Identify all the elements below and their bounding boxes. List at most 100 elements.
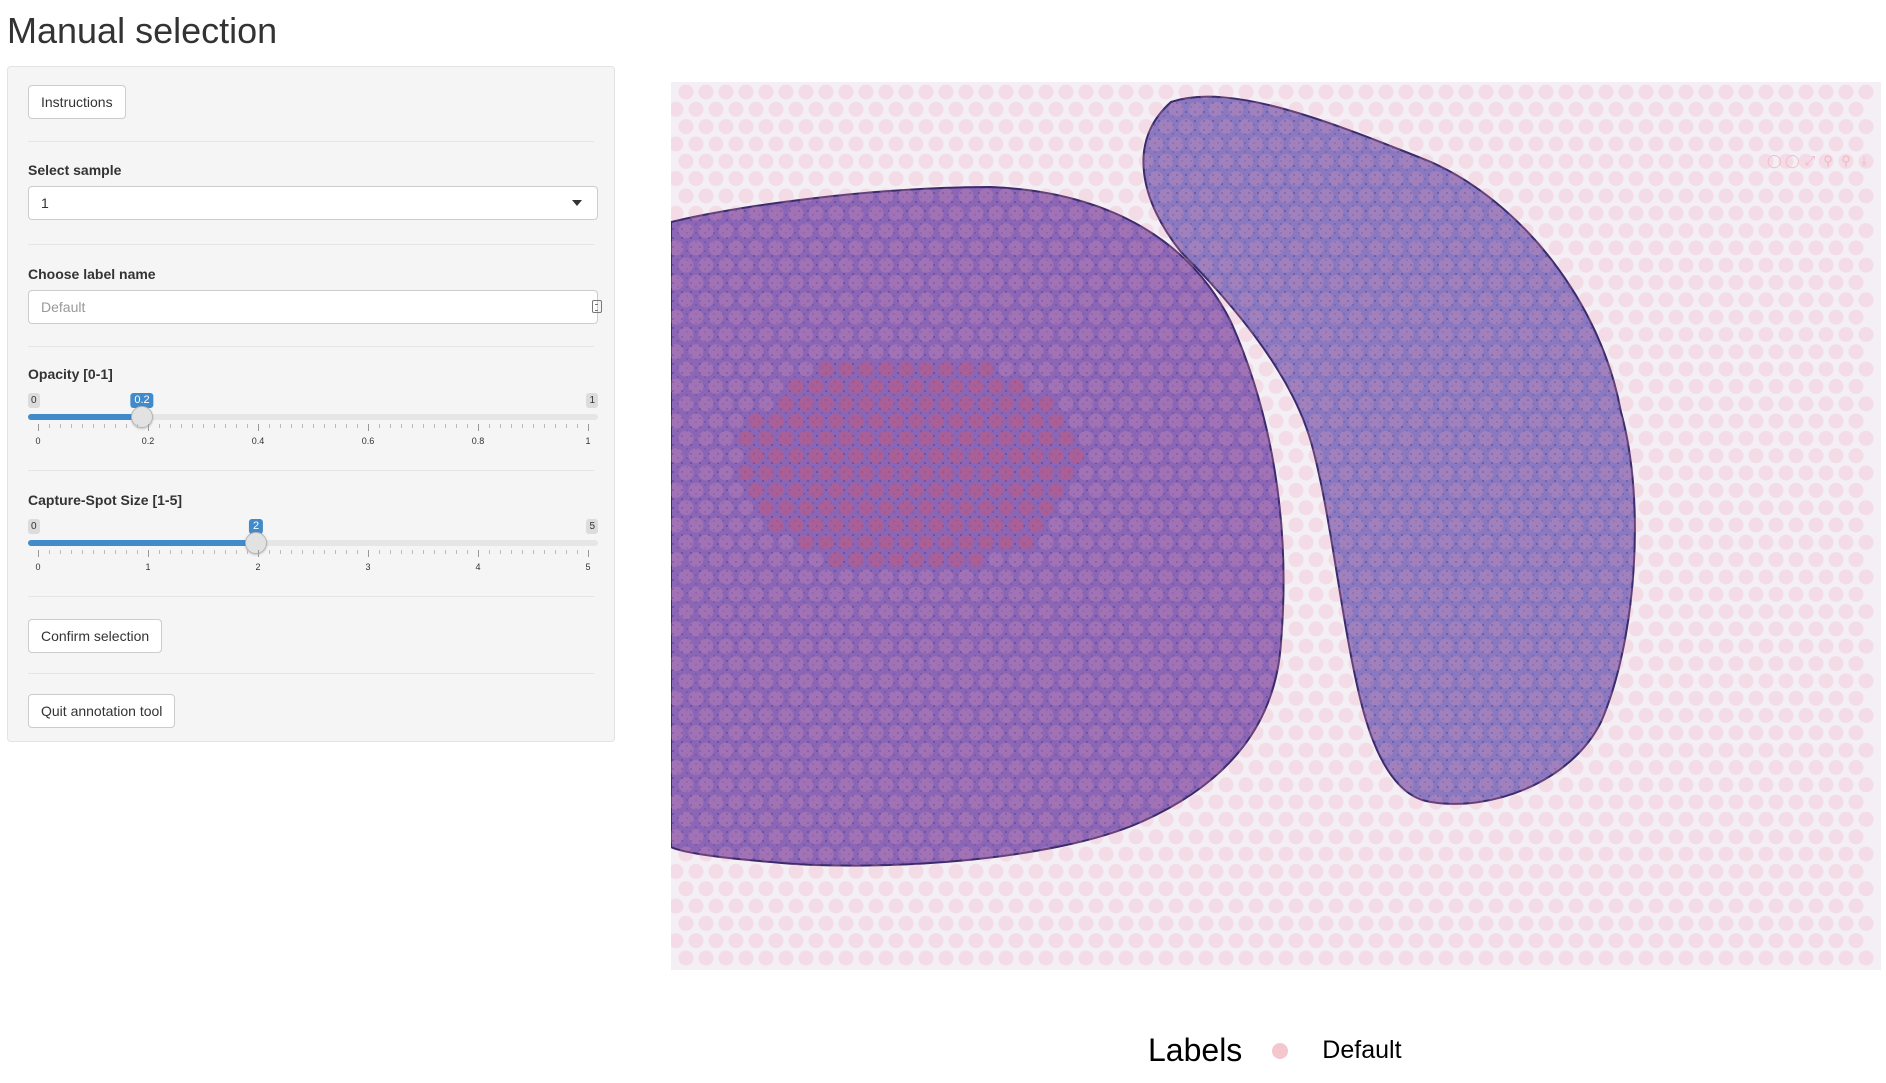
capture-spot[interactable] — [1678, 153, 1694, 169]
capture-spot[interactable] — [1788, 517, 1804, 533]
capture-spot[interactable] — [1588, 933, 1604, 949]
capture-spot[interactable] — [1478, 777, 1494, 793]
capture-spot[interactable] — [1628, 760, 1644, 775]
capture-spot[interactable] — [1588, 344, 1604, 360]
capture-spot[interactable] — [1548, 378, 1564, 394]
capture-spot[interactable] — [998, 119, 1014, 135]
tissue-image-viewer[interactable]: ◯ ◯ ⤢ ⚲ ⚲ ⤓ — [671, 82, 1881, 970]
capture-spot[interactable] — [778, 708, 794, 723]
selected-capture-spot[interactable] — [1048, 413, 1064, 429]
capture-spot[interactable] — [1788, 621, 1804, 637]
capture-spot[interactable] — [1798, 500, 1814, 516]
capture-spot[interactable] — [1608, 552, 1624, 568]
capture-spot[interactable] — [908, 794, 924, 810]
capture-spot[interactable] — [1638, 708, 1654, 723]
capture-spot[interactable] — [1488, 794, 1504, 810]
selected-capture-spot[interactable] — [818, 465, 834, 481]
capture-spot[interactable] — [678, 534, 694, 550]
capture-spot[interactable] — [1698, 361, 1714, 377]
capture-spot[interactable] — [918, 881, 934, 897]
capture-spot[interactable] — [1358, 915, 1374, 931]
capture-spot[interactable] — [1518, 257, 1534, 273]
capture-spot[interactable] — [1268, 552, 1284, 568]
capture-spot[interactable] — [1758, 257, 1774, 273]
capture-spot[interactable] — [1368, 482, 1384, 498]
capture-spot[interactable] — [1838, 257, 1854, 273]
capture-spot[interactable] — [1418, 465, 1434, 481]
capture-spot[interactable] — [988, 725, 1004, 741]
capture-spot[interactable] — [1748, 760, 1764, 775]
selected-capture-spot[interactable] — [968, 378, 984, 394]
capture-spot[interactable] — [1298, 119, 1314, 135]
capture-spot[interactable] — [1808, 448, 1824, 464]
capture-spot[interactable] — [868, 898, 884, 914]
capture-spot[interactable] — [1698, 153, 1714, 169]
capture-spot[interactable] — [1078, 465, 1094, 481]
capture-spot[interactable] — [1088, 690, 1104, 706]
capture-spot[interactable] — [1188, 725, 1204, 741]
selected-capture-spot[interactable] — [788, 448, 804, 464]
selected-capture-spot[interactable] — [878, 465, 894, 481]
capture-spot[interactable] — [1428, 794, 1444, 810]
capture-spot[interactable] — [1118, 223, 1134, 239]
capture-spot[interactable] — [1318, 950, 1334, 966]
selected-capture-spot[interactable] — [758, 465, 774, 481]
capture-spot[interactable] — [1618, 915, 1634, 931]
capture-spot[interactable] — [1618, 153, 1634, 169]
capture-spot[interactable] — [1618, 188, 1634, 204]
capture-spot[interactable] — [1648, 275, 1664, 290]
capture-spot[interactable] — [1658, 84, 1674, 100]
capture-spot[interactable] — [1498, 361, 1514, 377]
capture-spot[interactable] — [1468, 933, 1484, 949]
capture-spot[interactable] — [1858, 500, 1874, 516]
capture-spot[interactable] — [738, 223, 754, 239]
capture-spot[interactable] — [1118, 950, 1134, 966]
capture-spot[interactable] — [1018, 188, 1034, 204]
capture-spot[interactable] — [888, 656, 904, 672]
capture-spot[interactable] — [968, 933, 984, 949]
capture-spot[interactable] — [928, 586, 944, 602]
capture-spot[interactable] — [1858, 673, 1874, 689]
capture-spot[interactable] — [1498, 153, 1514, 169]
capture-spot[interactable] — [1538, 153, 1554, 169]
capture-spot[interactable] — [1388, 171, 1404, 187]
capture-spot[interactable] — [1778, 915, 1794, 931]
capture-spot[interactable] — [1858, 188, 1874, 204]
capture-spot[interactable] — [1428, 309, 1444, 325]
capture-spot[interactable] — [1528, 275, 1544, 290]
capture-spot[interactable] — [908, 656, 924, 672]
capture-spot[interactable] — [1648, 552, 1664, 568]
capture-spot[interactable] — [988, 552, 1004, 568]
capture-spot[interactable] — [1548, 690, 1564, 706]
capture-spot[interactable] — [1638, 396, 1654, 412]
capture-spot[interactable] — [1378, 846, 1394, 862]
capture-spot[interactable] — [1638, 604, 1654, 620]
capture-spot[interactable] — [958, 777, 974, 793]
capture-spot[interactable] — [1178, 292, 1194, 308]
capture-spot[interactable] — [1638, 569, 1654, 585]
capture-spot[interactable] — [898, 188, 914, 204]
capture-spot[interactable] — [1448, 690, 1464, 706]
capture-spot[interactable] — [1128, 413, 1144, 429]
capture-spot[interactable] — [1578, 881, 1594, 897]
capture-spot[interactable] — [1628, 482, 1644, 498]
capture-spot[interactable] — [1238, 881, 1254, 897]
capture-spot[interactable] — [978, 742, 994, 758]
capture-spot[interactable] — [1028, 344, 1044, 360]
capture-spot[interactable] — [1618, 638, 1634, 654]
capture-spot[interactable] — [1598, 569, 1614, 585]
capture-spot[interactable] — [1338, 604, 1354, 620]
capture-spot[interactable] — [1118, 846, 1134, 862]
capture-spot[interactable] — [1448, 378, 1464, 394]
capture-spot[interactable] — [1298, 396, 1314, 412]
capture-spot[interactable] — [1628, 898, 1644, 914]
capture-spot[interactable] — [728, 586, 744, 602]
capture-spot[interactable] — [1408, 101, 1424, 117]
capture-spot[interactable] — [1778, 846, 1794, 862]
capture-spot[interactable] — [1258, 257, 1274, 273]
capture-spot[interactable] — [1148, 344, 1164, 360]
capture-spot[interactable] — [1618, 465, 1634, 481]
capture-spot[interactable] — [1328, 448, 1344, 464]
capture-spot[interactable] — [728, 205, 744, 221]
capture-spot[interactable] — [1058, 811, 1074, 827]
